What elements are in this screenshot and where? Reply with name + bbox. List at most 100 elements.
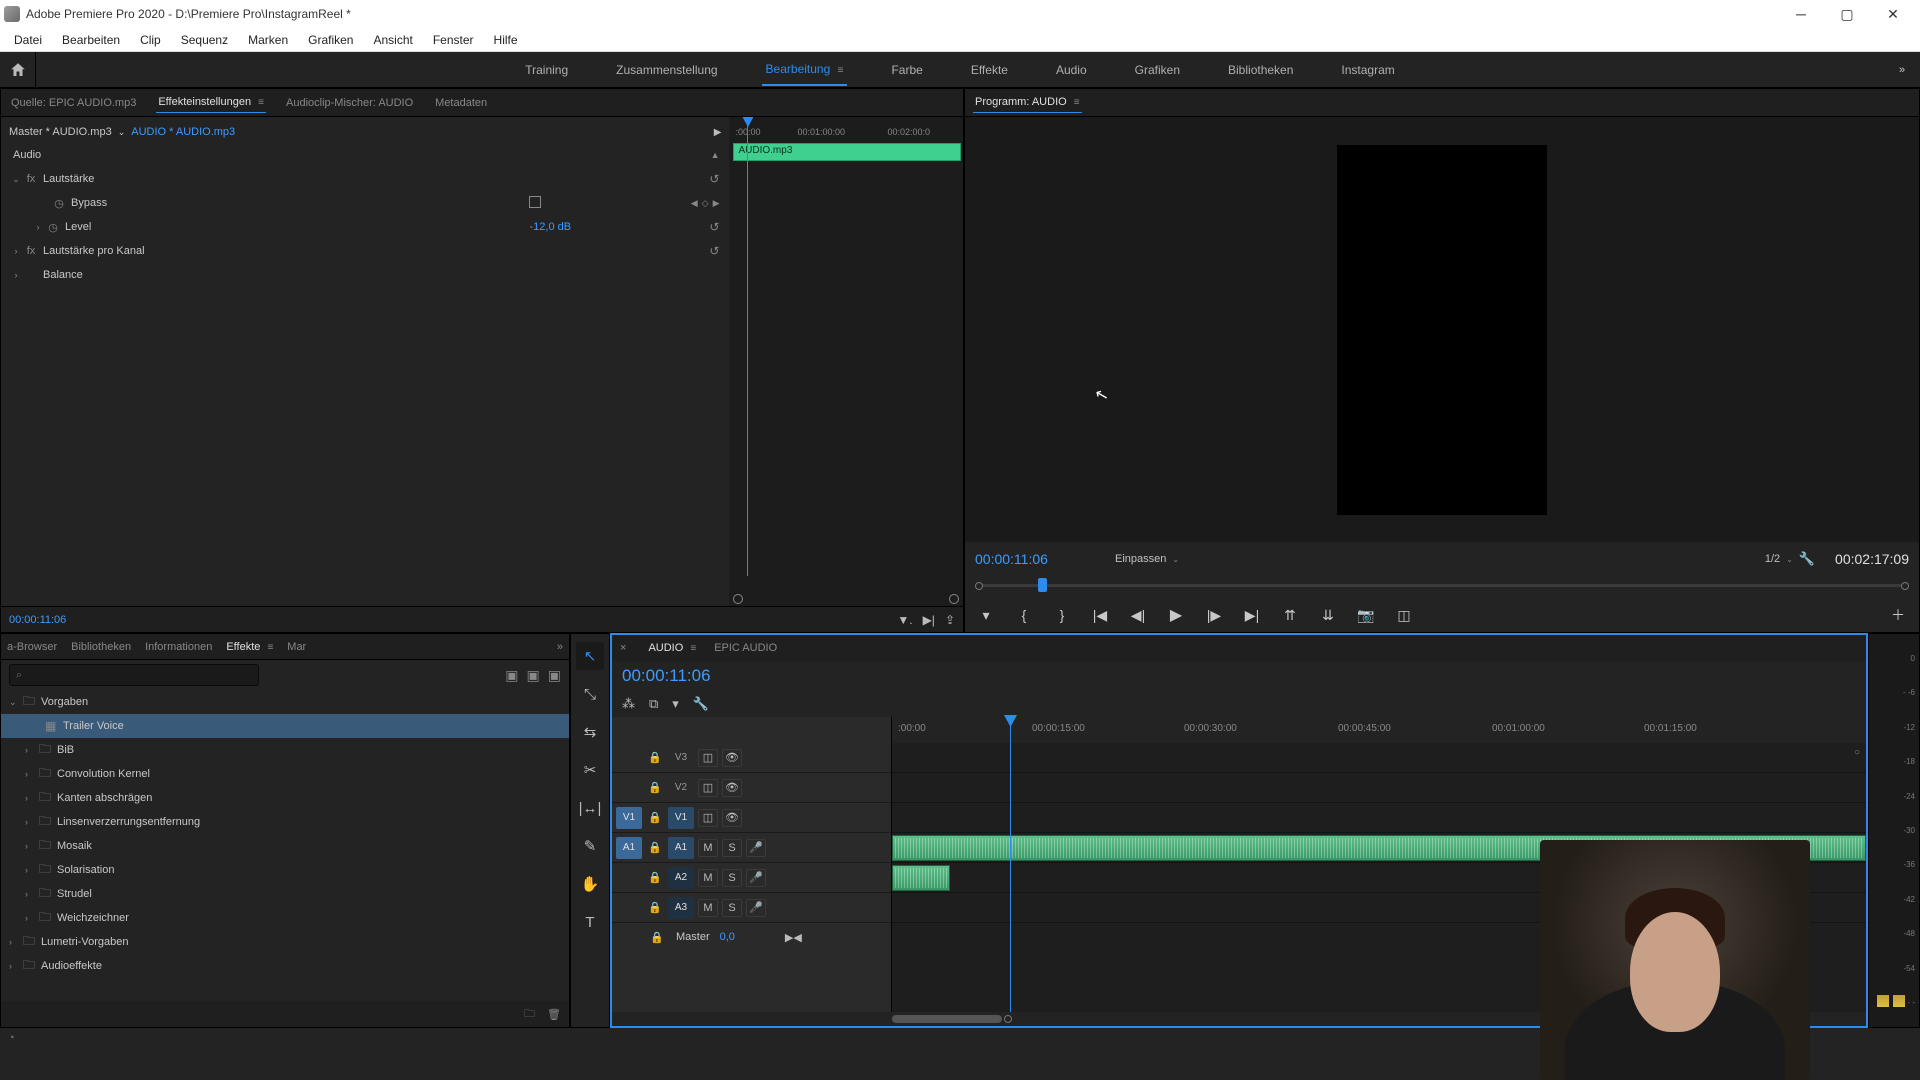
track-header-v3[interactable]: 🔒 V3 ◫ 👁 (612, 743, 891, 773)
tree-folder-audioeffekte[interactable]: ›🗀Audioeffekte (1, 954, 569, 978)
chevron-down-icon[interactable]: ⌄ (1786, 555, 1793, 564)
clip-link[interactable]: AUDIO * AUDIO.mp3 (131, 126, 235, 138)
tree-folder-mosaik[interactable]: ›🗀Mosaik (1, 834, 569, 858)
reset-icon[interactable]: ↺ (709, 220, 719, 234)
home-icon[interactable] (0, 52, 36, 88)
program-scrub-bar[interactable] (975, 574, 1909, 598)
prev-key-icon[interactable]: ◀ (691, 198, 698, 209)
zoom-fit-dropdown[interactable]: Einpassen (1115, 553, 1166, 565)
ws-audio[interactable]: Audio (1052, 55, 1091, 85)
add-key-icon[interactable]: ◇ (702, 198, 709, 209)
timeline-settings-icon[interactable]: 🔧 (693, 696, 709, 712)
stopwatch-icon[interactable]: ◷ (51, 197, 67, 210)
maximize-button[interactable]: ▢ (1824, 0, 1870, 28)
close-tab-icon[interactable]: × (620, 642, 626, 654)
timeline-timecode[interactable]: 00:00:11:06 (622, 666, 711, 686)
extract-icon[interactable]: ⇊ (1317, 607, 1339, 624)
tree-folder-bib[interactable]: ›🗀BiB (1, 738, 569, 762)
tab-informationen[interactable]: Informationen (145, 641, 212, 653)
solo-icon[interactable]: S (722, 869, 742, 887)
solo-icon[interactable]: S (722, 899, 742, 917)
tab-browser[interactable]: a-Browser (7, 641, 57, 653)
fx-badge-icon[interactable]: fx (23, 173, 39, 185)
timeline-scroll-thumb[interactable] (892, 1015, 1002, 1023)
sync-lock-icon[interactable]: ◫ (698, 749, 718, 767)
ws-farbe[interactable]: Farbe (887, 55, 926, 85)
ws-grafiken[interactable]: Grafiken (1131, 55, 1184, 85)
filter-icon[interactable]: ▼. (897, 613, 912, 627)
linked-selection-icon[interactable]: ⧉ (649, 696, 658, 712)
menu-bearbeiten[interactable]: Bearbeiten (52, 30, 130, 50)
tree-folder-kanten[interactable]: ›🗀Kanten abschrägen (1, 786, 569, 810)
track-header-v1[interactable]: V1 🔒 V1 ◫ 👁 (612, 803, 891, 833)
master-clip-link[interactable]: Master * AUDIO.mp3 (9, 126, 112, 138)
lock-icon[interactable]: 🔒 (646, 781, 664, 794)
twisty-icon[interactable]: › (9, 270, 23, 280)
selection-tool-icon[interactable]: ↖ (576, 642, 604, 670)
tab-mar[interactable]: Mar (287, 641, 306, 653)
track-header-v2[interactable]: 🔒 V2 ◫ 👁 (612, 773, 891, 803)
program-viewer[interactable] (965, 117, 1919, 542)
comparison-icon[interactable]: ◫ (1393, 607, 1415, 624)
toggle-output-icon[interactable]: 👁 (722, 809, 742, 827)
pen-tool-icon[interactable]: ✎ (576, 832, 604, 860)
zoom-handle-left[interactable] (733, 594, 743, 604)
source-patch-a1[interactable]: A1 (616, 837, 642, 859)
program-playhead-handle[interactable] (1038, 578, 1047, 592)
sync-lock-icon[interactable]: ◫ (698, 779, 718, 797)
preset-badge-icon[interactable]: ▣ (505, 667, 518, 684)
ws-bibliotheken[interactable]: Bibliotheken (1224, 55, 1297, 85)
lane-v2[interactable] (892, 773, 1866, 803)
tree-folder-solarisation[interactable]: ›🗀Solarisation (1, 858, 569, 882)
play-only-icon[interactable]: ▶ (714, 127, 722, 138)
bypass-checkbox[interactable] (529, 196, 541, 208)
effect-playhead[interactable] (747, 117, 748, 576)
resolution-dropdown[interactable]: 1/2 (1765, 553, 1780, 565)
add-marker-icon[interactable]: ▾ (975, 607, 997, 624)
export-frame-icon[interactable]: 📷 (1355, 607, 1377, 624)
export-icon[interactable]: ⇪ (945, 613, 955, 627)
menu-grafiken[interactable]: Grafiken (298, 30, 363, 50)
voice-over-icon[interactable]: 🎤 (746, 839, 766, 857)
source-patch-v1[interactable]: V1 (616, 807, 642, 829)
ws-training[interactable]: Training (521, 55, 572, 85)
tab-effekteinstellungen[interactable]: Effekteinstellungen ≡ (156, 92, 266, 113)
scrub-handle-left[interactable] (975, 582, 983, 590)
timeline-playhead[interactable] (1010, 717, 1011, 1012)
lock-icon[interactable]: 🔒 (646, 841, 664, 854)
track-header-a1[interactable]: A1 🔒 A1 M S 🎤 (612, 833, 891, 863)
hand-tool-icon[interactable]: ✋ (576, 870, 604, 898)
voice-over-icon[interactable]: 🎤 (746, 869, 766, 887)
track-header-a2[interactable]: 🔒 A2 M S 🎤 (612, 863, 891, 893)
tree-folder-vorgaben[interactable]: ⌄🗀 Vorgaben (1, 690, 569, 714)
mute-icon[interactable]: M (698, 839, 718, 857)
delete-icon[interactable]: 🗑 (547, 1008, 561, 1021)
tree-folder-convolution[interactable]: ›🗀Convolution Kernel (1, 762, 569, 786)
zoom-handle-right[interactable] (949, 594, 959, 604)
stopwatch-icon[interactable]: ◷ (45, 221, 61, 234)
master-track[interactable]: 🔒 Master 0,0 ▶◀ (612, 923, 891, 951)
type-tool-icon[interactable]: T (576, 908, 604, 936)
twisty-icon[interactable]: ⌄ (9, 174, 23, 185)
reset-icon[interactable]: ↺ (709, 244, 719, 258)
play-icon[interactable]: ▶◀ (785, 931, 802, 944)
tree-folder-linsen[interactable]: ›🗀Linsenverzerrungsentfernung (1, 810, 569, 834)
vertical-zoom-handle[interactable]: ○ (1854, 747, 1860, 758)
scrub-handle-right[interactable] (1901, 582, 1909, 590)
ws-instagram[interactable]: Instagram (1337, 55, 1398, 85)
tree-item-trailer-voice[interactable]: ▦ Trailer Voice (1, 714, 569, 738)
lock-icon[interactable]: 🔒 (646, 871, 664, 884)
menu-clip[interactable]: Clip (130, 30, 171, 50)
menu-sequenz[interactable]: Sequenz (171, 30, 238, 50)
fx-badge-icon[interactable]: fx (23, 245, 39, 257)
effects-search-input[interactable]: ⌕ (9, 664, 259, 686)
tab-quelle[interactable]: Quelle: EPIC AUDIO.mp3 (9, 93, 138, 113)
tab-bibliotheken[interactable]: Bibliotheken (71, 641, 131, 653)
ws-zusammenstellung[interactable]: Zusammenstellung (612, 55, 721, 85)
step-forward-icon[interactable]: |▶ (1203, 607, 1225, 624)
program-timecode[interactable]: 00:00:11:06 (975, 551, 1085, 567)
timeline-tab-epic[interactable]: EPIC AUDIO (714, 642, 777, 654)
collapse-icon[interactable]: ▲ (711, 150, 720, 160)
track-target-a3[interactable]: A3 (668, 897, 694, 919)
reset-icon[interactable]: ↺ (709, 172, 719, 186)
